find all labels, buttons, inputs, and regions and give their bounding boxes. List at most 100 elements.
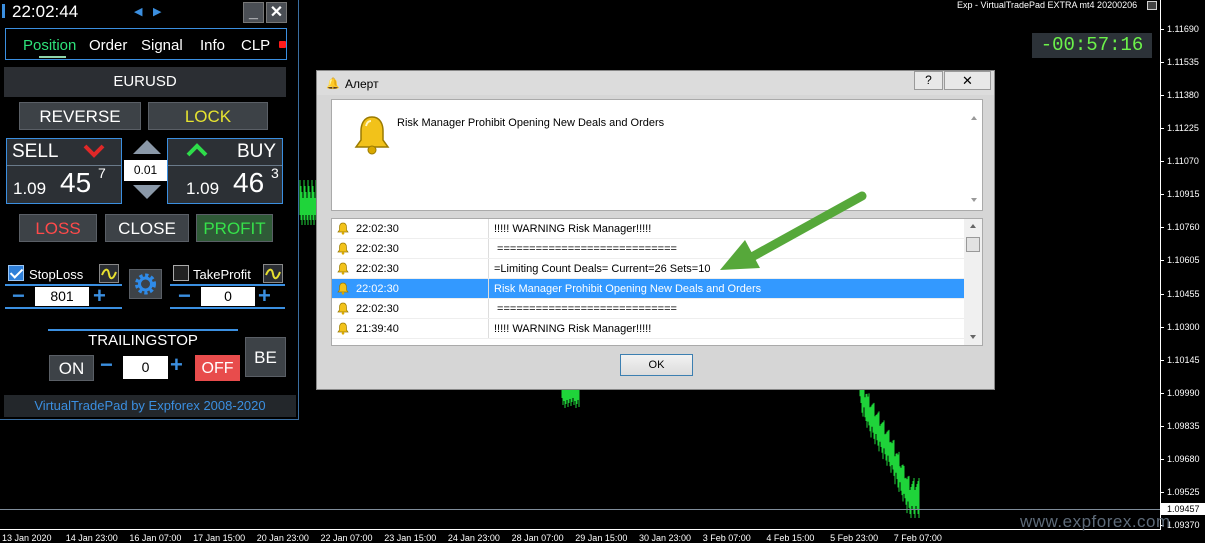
help-button[interactable]: ? [914,71,943,90]
lot-down-icon[interactable] [133,185,161,199]
time-tick: 17 Jan 15:00 [193,533,246,543]
alert-row-message: !!!!! WARNING Risk Manager!!!!! [494,223,652,235]
price-tick: 1.11225 [1160,123,1199,134]
price-tick: 1.11690 [1160,24,1199,34]
time-tick: 14 Jan 23:00 [65,533,118,543]
price-tick: 1.11070 [1160,156,1199,167]
close-loss-button[interactable]: LOSS [19,214,97,242]
buy-button[interactable]: BUY 1.09 46 3 [167,138,283,204]
bell-icon [337,302,349,315]
bell-icon [337,262,349,275]
message-scrollbar[interactable] [967,104,981,208]
takeprofit-checkbox[interactable] [173,265,189,281]
column-divider [488,259,489,279]
gear-icon [135,273,156,295]
column-divider [488,299,489,319]
list-scroll-thumb[interactable] [966,237,980,252]
watermark: www.expforex.com [1020,512,1171,531]
stoploss-wave-icon[interactable] [99,264,119,283]
pad-tabs: Position Order Signal Info CLP [5,28,287,60]
price-tick: 1.09990 [1160,387,1200,398]
lot-input[interactable]: 0.01 [124,160,167,181]
alert-row[interactable]: 22:02:30 ============================ [332,239,964,259]
clp-status-dot [279,41,286,48]
pad-footer: VirtualTradePad by Expforex 2008-2020 [4,395,296,417]
time-axis[interactable]: 13 Jan 2020 14 Jan 23:00 16 Jan 07:00 17 Ja… [0,529,1160,543]
close-pad-button[interactable]: ✕ [266,2,287,23]
minimize-button[interactable]: _ [243,2,264,23]
list-scrollbar[interactable] [964,219,982,345]
drag-handle-icon[interactable] [2,4,8,18]
ok-button[interactable]: OK [620,354,693,376]
alert-row-time: 22:02:30 [356,223,399,235]
alert-history-list[interactable]: 22:02:30!!!!! WARNING Risk Manager!!!!! 2… [331,218,983,346]
takeprofit-minus-button[interactable]: − [178,283,191,309]
alert-row[interactable]: 21:39:40 !!!!! WARNING Risk Manager!!!!! [332,319,964,339]
bell-icon [337,322,349,335]
quote-divider [168,165,282,166]
tab-info[interactable]: Info [200,37,225,54]
takeprofit-wave-icon[interactable] [263,264,283,283]
trailing-minus-button[interactable]: − [100,352,113,378]
close-dialog-button[interactable]: ✕ [944,71,991,90]
trade-pad-panel: 22:02:44 ◀ ▶ _ ✕ Position Order Signal I… [0,0,299,420]
alert-row-message: =Limiting Count Deals= Current=26 Sets=1… [494,263,711,275]
alert-row[interactable]: 22:02:30 =Limiting Count Deals= Current=2… [332,259,964,279]
trailing-on-button[interactable]: ON [49,355,94,381]
sell-button[interactable]: SELL 1.09 45 7 [6,138,122,204]
alert-titlebar[interactable]: 🔔 Алерт ? ✕ [317,71,994,95]
prev-arrow-icon[interactable]: ◀ [134,5,142,18]
buy-price-fraction: 3 [271,165,279,181]
stoploss-input[interactable]: 801 [35,287,89,306]
trailing-plus-button[interactable]: + [170,352,183,378]
takeprofit-plus-button[interactable]: + [258,283,271,309]
lot-up-icon[interactable] [133,140,161,154]
alert-row[interactable]: 22:02:30 ============================ [332,299,964,319]
sell-price-fraction: 7 [98,165,106,181]
stoploss-label: StopLoss [29,267,84,282]
pad-header[interactable]: 22:02:44 ◀ ▶ _ ✕ [0,0,299,25]
tab-clp[interactable]: CLP [241,37,270,54]
price-tick: 1.10300 [1160,321,1200,332]
column-divider [488,279,489,299]
sell-price-prefix: 1.09 [13,179,47,198]
price-tick: 1.10145 [1160,354,1200,365]
stoploss-plus-button[interactable]: + [93,283,106,309]
alert-row[interactable]: 22:02:30 Risk Manager Prohibit Opening Ne… [332,279,964,299]
tab-position[interactable]: Position [23,37,76,54]
tab-signal[interactable]: Signal [141,37,183,54]
price-axis[interactable]: 1.11690 1.11535 1.11380 1.11225 1.11070 1.109… [1160,0,1205,530]
alert-row-time: 21:39:40 [356,323,399,335]
column-divider [488,319,489,339]
settings-button[interactable] [129,269,162,299]
close-all-button[interactable]: CLOSE [105,214,189,242]
time-tick: 24 Jan 23:00 [447,533,500,543]
breakeven-button[interactable]: BE [245,337,286,377]
stoploss-minus-button[interactable]: − [12,283,25,309]
buy-price-pips: 46 [233,167,265,198]
lock-button[interactable]: LOCK [148,102,268,130]
takeprofit-label: TakeProfit [193,267,251,282]
tab-order[interactable]: Order [89,37,127,54]
takeprofit-group-bottom-line [170,307,285,309]
price-tick: 1.09680 [1160,453,1200,464]
time-tick: 29 Jan 15:00 [575,533,628,543]
trailingstop-title: TRAILINGSTOP [48,329,238,351]
stoploss-group-bottom-line [5,307,122,309]
close-profit-button[interactable]: PROFIT [196,214,273,242]
trailing-off-button[interactable]: OFF [195,355,240,381]
trailing-input[interactable]: 0 [123,356,168,379]
reverse-button[interactable]: REVERSE [19,102,141,130]
bell-icon [337,282,349,295]
time-tick: 3 Feb 07:00 [702,533,751,543]
alert-message: Risk Manager Prohibit Opening New Deals … [397,117,665,129]
symbol-label[interactable]: EURUSD [4,67,286,97]
takeprofit-input[interactable]: 0 [201,287,255,306]
stoploss-checkbox[interactable] [8,265,24,281]
column-divider [488,239,489,259]
column-divider [488,219,489,239]
bell-icon: 🔔 [326,78,340,90]
next-arrow-icon[interactable]: ▶ [153,5,161,18]
alert-row[interactable]: 22:02:30 !!!!! WARNING Risk Manager!!!!! [332,219,964,239]
alert-row-time: 22:02:30 [356,303,399,315]
